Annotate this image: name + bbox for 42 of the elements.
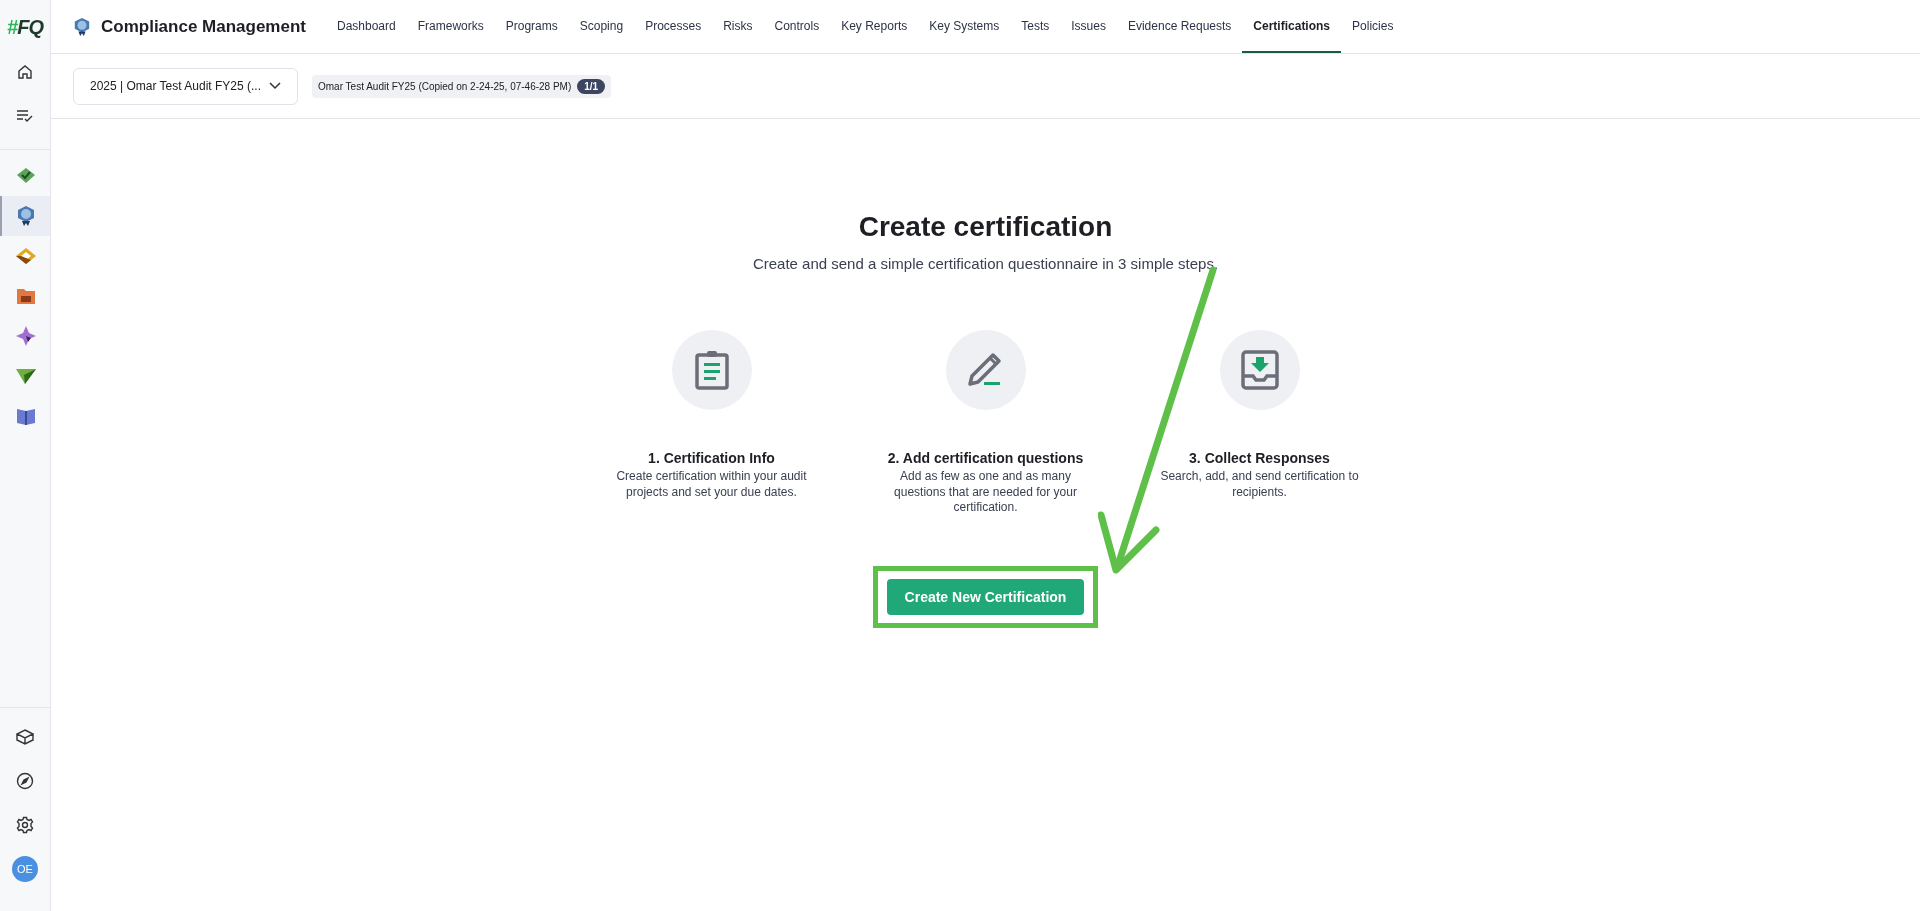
sparkle-icon [16,326,36,346]
chevron-down-icon [269,82,281,90]
nav-tab[interactable]: Evidence Requests [1116,0,1243,53]
award-badge-icon [73,15,91,38]
step-title: 2. Add certification questions [887,450,1084,466]
app-title: Compliance Management [101,16,306,37]
step-description: Add as few as one and as many questions that are needed for your certification. [893,469,1078,516]
check-stack-icon [16,166,36,186]
nav-tab[interactable]: Issues [1060,0,1117,53]
step-title: 3. Collect Responses [1189,450,1330,466]
compass-icon[interactable] [14,770,36,792]
page-title: Create certification [858,211,1113,243]
inbox-download-icon [1240,350,1279,390]
award-badge-icon [16,205,36,227]
nav-tab[interactable]: Risks [712,0,764,53]
step-description: Create certification within your audit projects and set your due dates. [615,469,808,501]
book-icon [16,407,36,425]
step-title: 1. Certification Info [648,450,775,466]
app-nav-item[interactable] [0,196,50,236]
nav-tab[interactable]: Scoping [568,0,635,53]
nav-tab[interactable]: Key Reports [830,0,919,53]
step-description: Search, add, and send certification to recipients. [1159,469,1360,501]
nav-tab[interactable]: Dashboard [326,0,407,53]
nav-tab[interactable]: Programs [494,0,569,53]
cube-icon[interactable] [14,726,36,748]
nav-tab[interactable]: Policies [1341,0,1405,53]
nav-tab[interactable]: Controls [763,0,831,53]
count-badge: 1/1 [577,78,606,94]
nav-tab[interactable]: Tests [1010,0,1061,53]
page-subtitle: Create and send a simple certification questionnaire in 3 simple steps. [752,255,1219,272]
nav-tab[interactable]: Key Systems [918,0,1011,53]
nav-tab[interactable]: Frameworks [406,0,495,53]
clipboard-icon [694,350,729,390]
nav-tab[interactable]: Processes [634,0,713,53]
rings-icon [15,247,37,265]
nav-tab[interactable]: Certifications [1242,0,1342,53]
logo[interactable]: #FQ [7,16,43,39]
settings-icon[interactable] [14,814,36,836]
paper-plane-icon [15,367,37,385]
audit-select[interactable]: 2025 | Omar Test Audit FY25 (... [73,67,298,105]
folder-icon [16,287,36,305]
audit-name: Omar Test Audit FY25 (Copied on 2-24-25, 07-46-28 PM) [318,80,572,92]
